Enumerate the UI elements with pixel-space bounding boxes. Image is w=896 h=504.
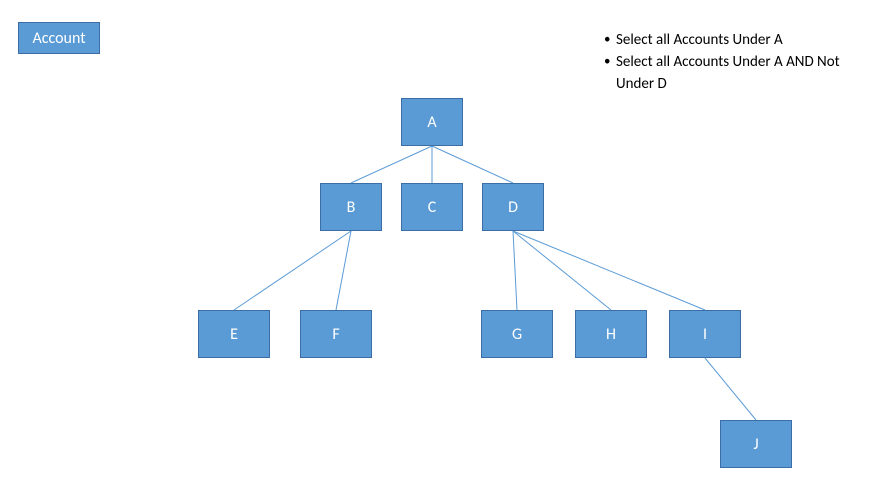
bullet-text: Select all Accounts Under A: [616, 30, 783, 52]
node-e: E: [198, 310, 270, 358]
node-label: A: [427, 113, 436, 132]
node-h: H: [575, 310, 647, 358]
node-i: I: [669, 310, 741, 358]
query-bullet-list: • Select all Accounts Under A • Select a…: [604, 30, 840, 95]
node-label: B: [347, 198, 356, 217]
node-j: J: [720, 420, 792, 468]
node-label: D: [508, 198, 518, 217]
node-label: G: [512, 325, 522, 344]
node-b: B: [320, 183, 382, 231]
legend-account-box: Account: [18, 22, 100, 54]
node-d: D: [482, 183, 544, 231]
node-c: C: [401, 183, 463, 231]
node-g: G: [481, 310, 553, 358]
list-item: • Select all Accounts Under A: [604, 30, 840, 52]
legend-account-label: Account: [32, 29, 85, 48]
node-f: F: [300, 310, 372, 358]
node-label: J: [753, 435, 758, 454]
bullet-icon: •: [604, 30, 616, 50]
list-item: • Select all Accounts Under A AND Not Un…: [604, 52, 840, 96]
node-label: I: [703, 325, 707, 344]
node-label: F: [332, 325, 339, 344]
node-a: A: [401, 98, 463, 146]
node-label: H: [606, 325, 616, 344]
bullet-icon: •: [604, 52, 616, 72]
node-label: C: [428, 198, 437, 217]
bullet-text: Select all Accounts Under A AND Not Unde…: [616, 52, 840, 96]
node-label: E: [230, 325, 238, 344]
